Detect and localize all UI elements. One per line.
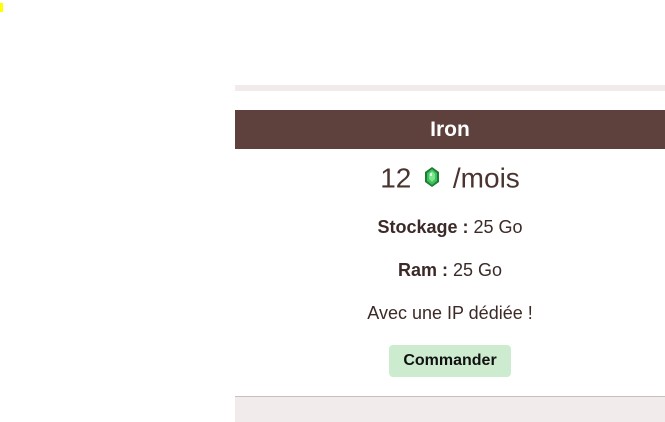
price-period: /mois [452,162,520,194]
plan-title: Iron [235,110,665,149]
ram-spec: Ram : 25 Go [235,259,665,281]
ip-note: Avec une IP dédiée ! [367,303,533,323]
storage-spec: Stockage : 25 Go [235,216,665,238]
corner-marker [0,3,3,12]
plan-price: 12 /mois [235,161,665,199]
pricing-card: Iron 12 /mois Stockage : 25 Go Ram : 25 … [235,91,665,396]
emerald-icon [425,161,440,195]
storage-label: Stockage : [377,217,469,237]
ram-value: 25 Go [452,260,503,280]
section-divider-bottom [235,396,665,422]
order-button[interactable]: Commander [389,345,511,377]
price-amount: 12 [380,162,412,194]
storage-value: 25 Go [473,217,523,237]
ram-label: Ram : [397,260,448,280]
